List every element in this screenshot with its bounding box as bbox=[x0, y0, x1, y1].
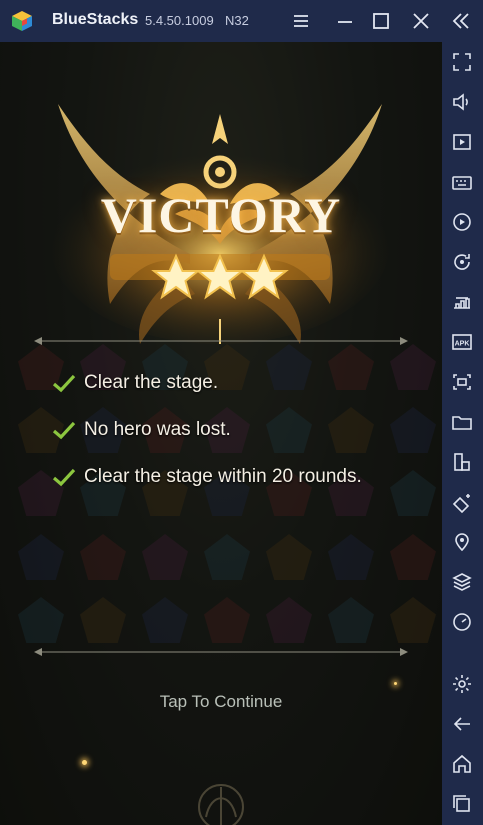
performance-icon[interactable] bbox=[450, 290, 474, 314]
location-icon[interactable] bbox=[450, 530, 474, 554]
objective-text: Clear the stage within 20 rounds. bbox=[84, 466, 362, 487]
screenshot-icon[interactable] bbox=[450, 370, 474, 394]
minimize-icon[interactable] bbox=[333, 9, 357, 33]
install-apk-icon[interactable]: APK bbox=[450, 330, 474, 354]
back-icon[interactable] bbox=[450, 712, 474, 736]
macro-recorder-icon[interactable] bbox=[450, 210, 474, 234]
layers-icon[interactable] bbox=[450, 570, 474, 594]
multi-instance-icon[interactable] bbox=[450, 450, 474, 474]
bottom-ornament-icon bbox=[198, 784, 244, 825]
checkmark-icon bbox=[52, 421, 76, 440]
app-build: N32 bbox=[225, 13, 249, 28]
hamburger-menu-icon[interactable] bbox=[289, 9, 313, 33]
checkmark-icon bbox=[52, 468, 76, 487]
game-viewport[interactable]: VICTORY Clear the stage. No hero was los… bbox=[0, 42, 442, 825]
speed-gauge-icon[interactable] bbox=[450, 610, 474, 634]
app-name: BlueStacks bbox=[52, 11, 139, 28]
victory-title: VICTORY bbox=[100, 187, 342, 243]
folder-icon[interactable] bbox=[450, 410, 474, 434]
divider-bottom bbox=[34, 648, 408, 656]
objective-text: No hero was lost. bbox=[84, 419, 231, 440]
star-icon bbox=[195, 253, 245, 300]
star-icon bbox=[239, 253, 289, 300]
maximize-icon[interactable] bbox=[369, 9, 393, 33]
fullscreen-icon[interactable] bbox=[450, 50, 474, 74]
keyboard-controls-icon[interactable] bbox=[450, 170, 474, 194]
star-icon bbox=[151, 253, 201, 300]
bluestacks-logo-icon bbox=[12, 11, 32, 31]
title-bar: BlueStacks 5.4.50.1009 N32 bbox=[0, 0, 483, 42]
sparkle bbox=[394, 682, 397, 685]
svg-text:APK: APK bbox=[455, 341, 470, 348]
app-version: 5.4.50.1009 bbox=[145, 13, 214, 28]
star-rating bbox=[151, 253, 289, 300]
tap-to-continue[interactable]: Tap To Continue bbox=[0, 692, 442, 712]
sync-icon[interactable] bbox=[450, 250, 474, 274]
home-icon[interactable] bbox=[450, 752, 474, 776]
volume-icon[interactable] bbox=[450, 90, 474, 114]
close-icon[interactable] bbox=[409, 9, 433, 33]
objective-item: No hero was lost. bbox=[52, 415, 231, 445]
settings-icon[interactable] bbox=[450, 672, 474, 696]
objective-item: Clear the stage within 20 rounds. bbox=[52, 462, 362, 492]
objective-item: Clear the stage. bbox=[52, 368, 218, 398]
checkmark-icon bbox=[52, 374, 76, 393]
eco-mode-icon[interactable] bbox=[450, 490, 474, 514]
recent-apps-icon[interactable] bbox=[450, 792, 474, 816]
collapse-sidebar-icon[interactable] bbox=[449, 9, 473, 33]
screen-record-icon[interactable] bbox=[450, 130, 474, 154]
right-sidebar: APK bbox=[442, 42, 483, 825]
sparkle bbox=[82, 760, 87, 765]
divider-top bbox=[34, 337, 408, 345]
objective-text: Clear the stage. bbox=[84, 372, 219, 393]
